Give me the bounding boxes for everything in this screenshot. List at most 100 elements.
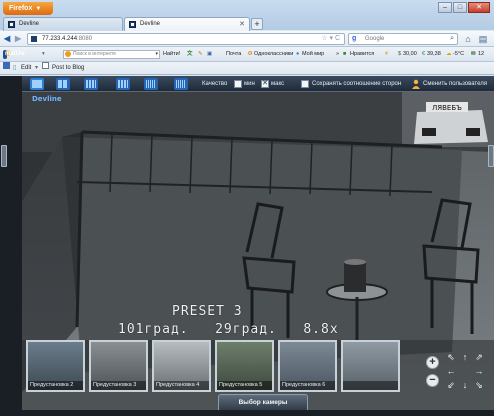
devline-favicon-icon — [8, 21, 15, 28]
quality-min-checkbox[interactable] — [234, 80, 242, 88]
bookmark-star-icon[interactable]: ☆ ▾ C — [321, 34, 340, 44]
pan-up-icon[interactable]: ↑ — [460, 352, 470, 362]
mail-count: 12 — [478, 51, 485, 57]
bookmark-bar: ▯ Edit ▾ Post to Blog — [0, 62, 494, 75]
eur-rate: 39,38 — [427, 51, 441, 57]
edit-link[interactable]: Edit — [21, 62, 31, 75]
odnoklassniki-icon: ʘ — [248, 51, 253, 57]
find-button[interactable]: Найти! — [163, 47, 180, 62]
preset-label — [343, 381, 398, 390]
like-icon: ■ — [343, 51, 347, 57]
pan-down-left-icon[interactable]: ⇙ — [446, 380, 456, 390]
preset-thumbnail[interactable]: Предустановка 5 — [215, 340, 274, 392]
moymir-link[interactable]: Мой мир — [302, 47, 324, 62]
aspect-ratio-checkbox[interactable] — [301, 80, 309, 88]
dollar-icon: $ — [398, 51, 402, 57]
layout-9-button[interactable] — [116, 78, 130, 90]
mailru-logo[interactable]: @ mail.ru — [3, 50, 25, 59]
layout-25-button[interactable] — [174, 78, 188, 90]
preset-thumbnail[interactable]: Предустановка 2 — [26, 340, 85, 392]
like-link[interactable]: Нравится — [350, 47, 374, 62]
layout-16-button[interactable] — [144, 78, 158, 90]
pencil-icon[interactable]: ✎ — [198, 47, 203, 62]
pan-up-right-icon[interactable]: ⇗ — [474, 352, 484, 362]
pan-down-icon[interactable]: ↓ — [460, 380, 470, 390]
layout-1-button[interactable] — [30, 78, 44, 90]
quality-min-label: мин — [244, 81, 255, 87]
pan-down-right-icon[interactable]: ⇘ — [474, 380, 484, 390]
bookmark-icon[interactable] — [3, 62, 10, 69]
weather-value: -5°C — [453, 51, 465, 57]
google-icon: g — [352, 35, 357, 42]
preset-thumbnail[interactable] — [341, 340, 400, 392]
left-panel-toggle[interactable] — [1, 145, 7, 167]
preset-label: Предустановка 5 — [217, 381, 272, 390]
new-tab-button[interactable]: + — [251, 18, 263, 30]
preset-label: Предустановка 2 — [28, 381, 83, 390]
right-panel-toggle[interactable] — [488, 145, 494, 167]
browser-window: { "browser": { "menu_button": "Firefox",… — [0, 0, 494, 416]
preset-thumbnails: Предустановка 2 Предустановка 3 Предуста… — [26, 340, 426, 396]
change-user-button[interactable]: Сменить пользователя — [423, 76, 487, 92]
firefox-menu-button[interactable]: Firefox ▼ — [3, 2, 53, 15]
forward-button[interactable]: ▶ — [15, 33, 21, 45]
back-button[interactable]: ◀ — [4, 33, 10, 45]
preset-thumbnail[interactable]: Предустановка 4 — [152, 340, 211, 392]
camera-select-button[interactable]: Выбор камеры — [218, 394, 308, 410]
user-icon — [412, 79, 420, 89]
preset-thumbnail[interactable]: Предустановка 3 — [89, 340, 148, 392]
layout-6-button[interactable] — [84, 78, 98, 90]
close-tab-icon[interactable]: ✕ — [239, 18, 245, 31]
tab-devline-2[interactable]: Devline ✕ — [124, 17, 250, 31]
url-bar[interactable]: 77.233.4.244:8080 ☆ ▾ C — [27, 33, 345, 45]
layout-4-button[interactable] — [56, 78, 70, 90]
firefox-menu-label: Firefox — [9, 5, 33, 12]
camera-name-label: Devline — [32, 95, 62, 103]
mailru-brand: mail.ru — [5, 51, 25, 57]
tab-devline-1[interactable]: Devline — [3, 17, 123, 31]
quality-max-label: макс — [271, 81, 285, 87]
minimize-button[interactable]: ‒ — [438, 2, 452, 13]
bookmarks-icon[interactable]: ▤ — [477, 33, 489, 45]
title-bar: Firefox ▼ ‒ □ ✕ Devline Devline ✕ + — [0, 0, 494, 31]
calendar-icon[interactable]: ▣ — [207, 47, 212, 62]
zoom-out-button[interactable]: − — [426, 374, 439, 387]
envelope-icon[interactable]: ✉ — [471, 47, 476, 62]
translate-icon[interactable]: 文 — [187, 47, 193, 62]
zoom-in-button[interactable]: + — [426, 356, 439, 369]
navigation-bar: ◀ ▶ 77.233.4.244:8080 ☆ ▾ C g Google ⌕ ⌂… — [0, 31, 494, 47]
pan-left-icon[interactable]: ← — [446, 366, 456, 376]
pan-right-icon[interactable]: → — [474, 366, 484, 376]
grid-25-icon — [176, 80, 186, 88]
tab-title: Devline — [19, 21, 40, 27]
window-controls: ‒ □ ✕ — [438, 2, 490, 13]
quality-max-checkbox[interactable]: ✕ — [261, 80, 269, 88]
odnoklassniki-link[interactable]: Одноклассники — [254, 47, 293, 62]
toolbar-search-input[interactable]: Поиск в интернете ▾ — [63, 50, 160, 59]
grid-6-icon — [86, 80, 96, 88]
post-to-blog-link[interactable]: Post to Blog — [52, 62, 84, 75]
preset-label: Предустановка 4 — [154, 381, 209, 390]
dropdown-icon[interactable]: ▾ — [35, 62, 38, 75]
flame-icon — [65, 51, 71, 57]
devline-favicon-icon — [129, 21, 136, 28]
close-window-button[interactable]: ✕ — [468, 2, 490, 13]
search-box[interactable]: g Google ⌕ — [348, 33, 458, 45]
usd-rate: 30,00 — [403, 51, 417, 57]
home-icon[interactable]: ⌂ — [462, 33, 474, 45]
osd-preset-text: PRESET 3 — [172, 304, 243, 319]
pan-up-left-icon[interactable]: ⇖ — [446, 352, 456, 362]
dropdown-icon[interactable]: ▾ — [42, 47, 45, 62]
weather-icon: ☁ — [446, 51, 452, 57]
tab-title: Devline — [140, 21, 161, 27]
aspect-ratio-label: Сохранять соотношение сторон — [312, 81, 402, 87]
chevron-down-icon: ▼ — [35, 6, 42, 12]
preset-label: Предустановка 3 — [91, 381, 146, 390]
mailru-toolbar: @ mail.ru ▾ Поиск в интернете ▾ Найти! 文 … — [0, 47, 494, 62]
search-icon[interactable]: ⌕ — [450, 34, 454, 44]
maximize-button[interactable]: □ — [453, 2, 467, 13]
more-icon[interactable]: » — [336, 47, 339, 62]
mail-link[interactable]: Почта — [226, 47, 241, 62]
preset-thumbnail[interactable]: Предустановка 6 — [278, 340, 337, 392]
sun-icon: ☀ — [384, 51, 389, 57]
